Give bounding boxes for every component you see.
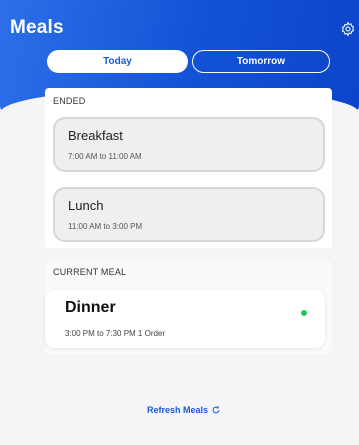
ended-label: ENDED [53, 96, 86, 106]
meal-time: 7:00 AM to 11:00 AM [68, 152, 142, 161]
meal-name: Lunch [68, 198, 104, 213]
meal-time: 11:00 AM to 3:00 PM [68, 222, 143, 231]
day-tabs: Today Tomorrow [47, 50, 330, 73]
meal-card-dinner[interactable]: Dinner 3:00 PM to 7:30 PM 1 Order [45, 290, 325, 348]
refresh-icon [211, 405, 221, 415]
meal-name: Dinner [65, 299, 116, 316]
meal-name: Breakfast [68, 128, 123, 143]
tab-today[interactable]: Today [47, 50, 188, 73]
meal-card-breakfast[interactable]: Breakfast 7:00 AM to 11:00 AM [53, 117, 325, 172]
refresh-label: Refresh Meals [147, 405, 209, 415]
refresh-meals-button[interactable]: Refresh Meals [147, 405, 221, 415]
active-status-dot [301, 310, 307, 316]
tab-tomorrow[interactable]: Tomorrow [192, 50, 330, 73]
meal-details: 3:00 PM to 7:30 PM 1 Order [65, 329, 166, 338]
current-meal-section: CURRENT MEAL Dinner 3:00 PM to 7:30 PM 1… [45, 261, 332, 354]
page-title: Meals [10, 17, 64, 38]
ended-section: ENDED Breakfast 7:00 AM to 11:00 AM Lunc… [45, 88, 332, 248]
gear-icon[interactable] [340, 21, 356, 37]
meal-card-lunch[interactable]: Lunch 11:00 AM to 3:00 PM [53, 187, 325, 242]
current-meal-label: CURRENT MEAL [53, 267, 127, 277]
